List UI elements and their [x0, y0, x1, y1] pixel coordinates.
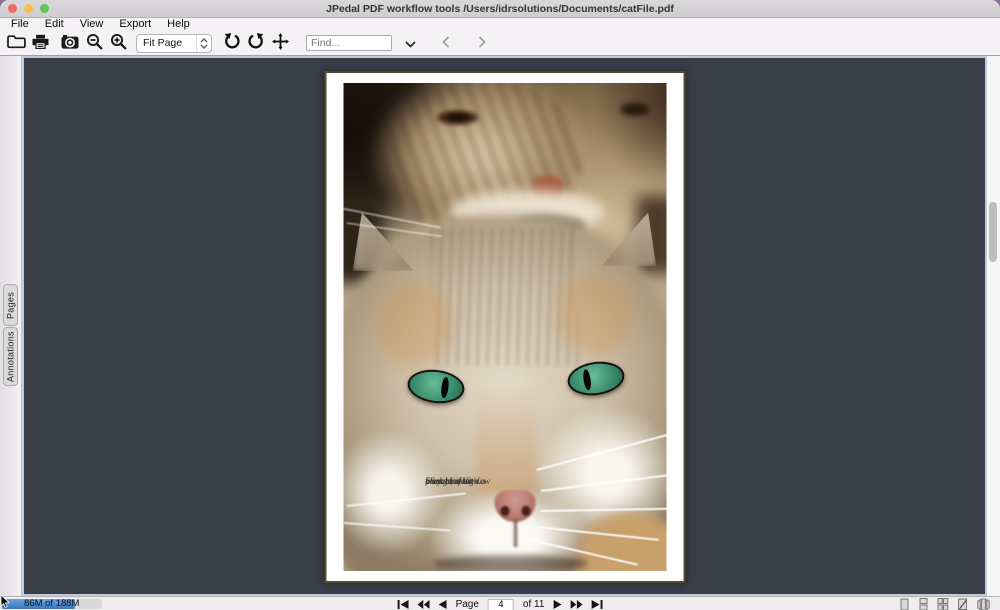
previous-page-button[interactable] — [439, 597, 447, 610]
menu-view[interactable]: View — [72, 18, 112, 31]
back-pages-button[interactable] — [418, 597, 430, 610]
mouse-cursor — [0, 595, 10, 610]
zoom-in-button[interactable] — [106, 33, 130, 53]
window-title: JPedal PDF workflow tools /Users/idrsolu… — [326, 3, 674, 15]
continuous-facing-icon — [937, 598, 949, 610]
pdf-page: Slow blink at a cat to make friends; if … — [324, 71, 685, 583]
zoom-mode-value: Fit Page — [143, 37, 182, 49]
status-bar: 86M of 188M Page of 11 — [0, 596, 1000, 610]
last-page-button[interactable] — [591, 597, 602, 610]
first-page-button[interactable] — [398, 597, 409, 610]
single-page-mode-button[interactable] — [899, 598, 910, 610]
pageflow-mode-button[interactable] — [977, 598, 990, 610]
pan-move-icon — [272, 33, 289, 53]
forward-pages-icon — [570, 597, 582, 610]
zoom-mode-select[interactable]: Fit Page — [136, 34, 212, 53]
snapshot-camera-icon — [61, 35, 79, 52]
single-page-icon — [899, 598, 910, 610]
search-next-button[interactable] — [470, 33, 494, 53]
memory-usage-bar: 86M of 188M — [2, 599, 102, 609]
page-number-input[interactable] — [488, 599, 514, 610]
page-label: Page — [456, 599, 479, 610]
toolbar: Fit Page — [0, 31, 1000, 56]
rotate-counterclockwise-icon — [223, 33, 241, 53]
zoom-out-button[interactable] — [82, 33, 106, 53]
menu-edit[interactable]: Edit — [37, 18, 72, 31]
last-page-icon — [591, 597, 602, 610]
scrollbar-thumb[interactable] — [989, 202, 997, 262]
menu-file[interactable]: File — [3, 18, 37, 31]
continuous-facing-mode-button[interactable] — [937, 598, 949, 610]
open-file-button[interactable] — [4, 33, 28, 53]
menu-help[interactable]: Help — [159, 18, 198, 31]
menu-export[interactable]: Export — [111, 18, 159, 31]
zoom-in-icon — [110, 33, 127, 53]
chevron-down-icon — [405, 36, 416, 51]
page-display-modes — [899, 598, 990, 610]
side-panel-strip: Pages Annotations — [0, 56, 22, 596]
print-button[interactable] — [28, 33, 52, 53]
pan-tool-button[interactable] — [268, 33, 292, 53]
next-page-icon — [553, 597, 561, 610]
document-viewport: Slow blink at a cat to make friends; if … — [22, 56, 985, 596]
find-options-button[interactable] — [398, 33, 422, 53]
menu-bar: File Edit View Export Help — [0, 18, 1000, 31]
traffic-lights — [8, 4, 49, 13]
app-window: JPedal PDF workflow tools /Users/idrsolu… — [0, 0, 1000, 610]
memory-usage-text: 86M of 188M — [24, 599, 79, 609]
chevron-left-icon — [442, 36, 450, 51]
zoom-out-icon — [86, 33, 103, 53]
chevron-right-icon — [478, 36, 486, 51]
zoom-button[interactable] — [40, 4, 49, 13]
caption-line: very good sign. — [425, 475, 480, 488]
continuous-icon — [918, 598, 929, 610]
sidebar-tab-annotations[interactable]: Annotations — [3, 327, 18, 386]
close-button[interactable] — [8, 4, 17, 13]
find-input[interactable] — [306, 35, 392, 51]
vertical-scrollbar[interactable] — [985, 56, 1000, 596]
minimize-button[interactable] — [24, 4, 33, 13]
rewind-pages-icon — [418, 597, 430, 610]
sidebar-tab-pages[interactable]: Pages — [3, 284, 18, 326]
snapshot-button[interactable] — [58, 33, 82, 53]
page-total-label: of 11 — [523, 599, 545, 610]
previous-page-icon — [439, 597, 447, 610]
title-bar: JPedal PDF workflow tools /Users/idrsolu… — [0, 0, 1000, 18]
facing-mode-button[interactable] — [957, 598, 969, 610]
continuous-mode-button[interactable] — [918, 598, 929, 610]
next-page-button[interactable] — [553, 597, 561, 610]
cat-photo: Slow blink at a cat to make friends; if … — [343, 83, 666, 571]
rotate-right-button[interactable] — [244, 33, 268, 53]
forward-pages-button[interactable] — [570, 597, 582, 610]
open-folder-icon — [7, 34, 26, 52]
rotate-clockwise-icon — [247, 33, 265, 53]
page-navigation: Page of 11 — [398, 597, 603, 610]
first-page-icon — [398, 597, 409, 610]
rotate-left-button[interactable] — [220, 33, 244, 53]
search-previous-button[interactable] — [434, 33, 458, 53]
facing-icon — [957, 598, 969, 610]
printer-icon — [31, 34, 50, 52]
main-area: Pages Annotations — [0, 56, 1000, 596]
pageflow-icon — [977, 598, 990, 610]
stepper-chevrons-icon — [196, 35, 211, 52]
